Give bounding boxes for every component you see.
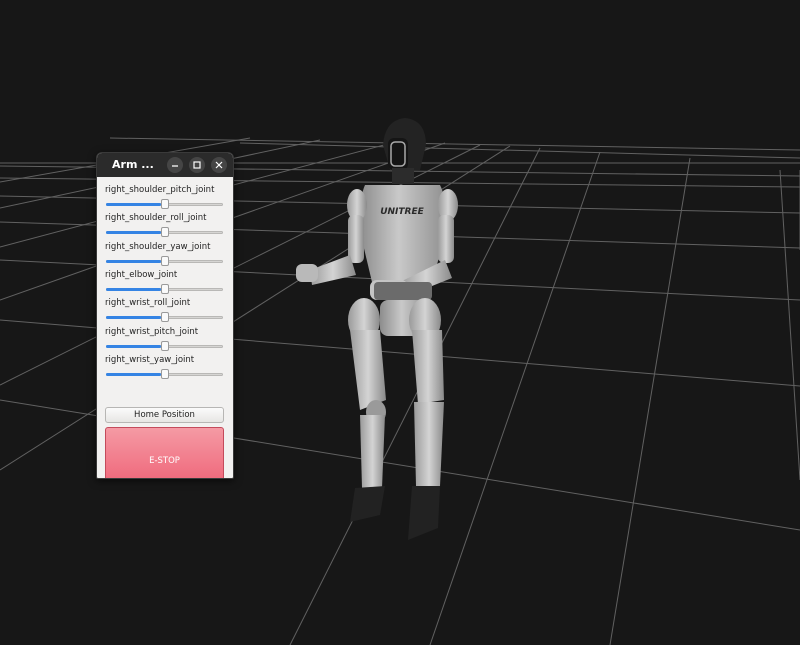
joint-slider[interactable] <box>106 312 223 323</box>
maximize-icon[interactable] <box>189 157 205 173</box>
slider-fill <box>106 203 161 206</box>
minimize-icon[interactable] <box>167 157 183 173</box>
home-position-button[interactable]: Home Position <box>105 407 224 423</box>
joint-label: right_wrist_pitch_joint <box>105 326 199 337</box>
slider-fill <box>106 316 161 320</box>
slider-fill <box>106 344 161 348</box>
joint-label: right_shoulder_roll_joint <box>105 213 207 224</box>
joint-label: right_wrist_yaw_joint <box>105 354 195 365</box>
joint-slider[interactable] <box>106 340 223 351</box>
joint-slider[interactable] <box>106 199 223 209</box>
joint-label: right_shoulder_pitch_joint <box>105 185 215 195</box>
slider-handle[interactable] <box>160 312 169 323</box>
slider-handle[interactable] <box>160 255 169 266</box>
slider-handle[interactable] <box>160 227 169 238</box>
slider-fill <box>106 287 161 291</box>
arm-control-window[interactable]: Arm ... right_shoulder_pitch_joint right_… <box>96 152 234 479</box>
robot-chest-logo: UNITREE <box>380 207 424 217</box>
joint-label: right_shoulder_yaw_joint <box>105 241 211 252</box>
slider-fill <box>106 372 161 376</box>
joint-slider[interactable] <box>106 283 223 294</box>
slider-handle[interactable] <box>160 283 169 294</box>
joint-slider[interactable] <box>106 368 223 379</box>
estop-button[interactable]: E-STOP <box>105 427 224 478</box>
window-titlebar[interactable]: Arm ... <box>97 153 233 177</box>
slider-fill <box>106 231 161 235</box>
joint-slider[interactable] <box>106 255 223 266</box>
slider-handle[interactable] <box>160 199 169 209</box>
slider-handle[interactable] <box>160 340 169 351</box>
joint-label: right_wrist_roll_joint <box>105 298 191 309</box>
window-title: Arm ... <box>112 158 154 171</box>
joint-slider[interactable] <box>106 227 223 238</box>
joint-label: right_elbow_joint <box>105 269 178 280</box>
slider-fill <box>106 259 161 263</box>
close-icon[interactable] <box>211 157 227 173</box>
slider-handle[interactable] <box>160 368 169 379</box>
